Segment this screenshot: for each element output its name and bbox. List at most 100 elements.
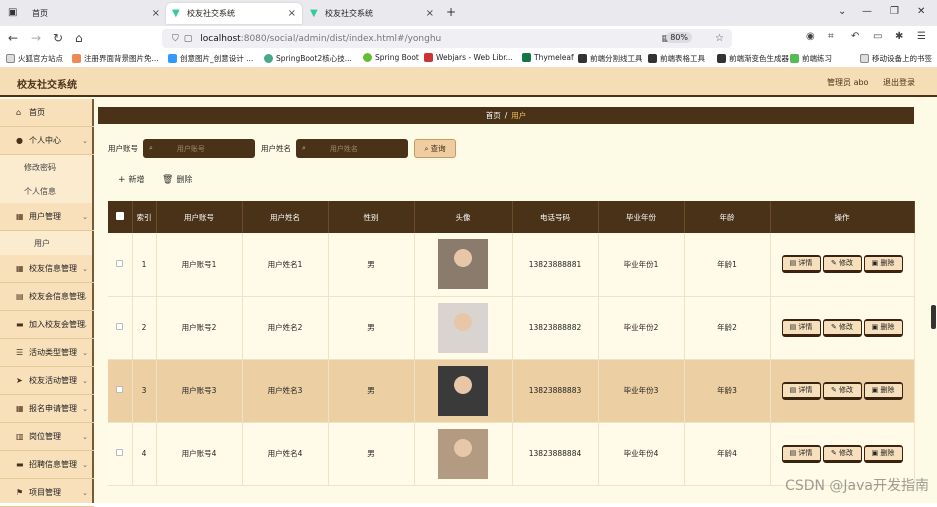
close-icon[interactable]: × [426, 8, 434, 19]
table-row[interactable]: 2 用户账号2 用户姓名2 男 13823888882 毕业年份2 年龄2 ▤ … [108, 296, 915, 360]
new-tab-icon[interactable]: + [446, 5, 456, 19]
delete-button[interactable]: ▣ 删除 [863, 444, 903, 463]
checkbox-cell [108, 422, 133, 486]
table-row[interactable]: 3 用户账号3 用户姓名3 男 13823888883 毕业年份3 年龄3 ▤ … [108, 359, 915, 423]
browser-tab-3[interactable]: ▼ 校友社交系统 × [304, 3, 440, 24]
batch-delete-button[interactable]: 🗑 删除 [162, 174, 192, 185]
query-button[interactable]: ⌕ 查询 [414, 139, 456, 158]
edit-button[interactable]: ✎ 修改 [822, 381, 862, 400]
account-icon[interactable]: ◉ [806, 31, 815, 42]
folder-icon [6, 54, 15, 63]
edit-button[interactable]: ✎ 修改 [822, 318, 862, 337]
column-header: 用户账号 [156, 201, 243, 233]
add-button[interactable]: + 新增 [118, 174, 145, 185]
back-icon[interactable]: ← [8, 31, 18, 45]
bookmark-item[interactable]: 前端渐变色生成器 [717, 53, 789, 64]
delete-button[interactable]: ▣ 删除 [863, 255, 903, 274]
sidebar-item-alumni-info[interactable]: ▦ 校友信息管理 ⌄ [0, 255, 94, 283]
close-icon[interactable]: × [288, 8, 296, 19]
chat-icon: ▬ [16, 460, 24, 469]
page-scrollbar[interactable] [931, 305, 936, 329]
bookmarks-bar: 火狐官方站点 注册界面背景图片免... 创意图片_创意设计 ... Spring… [0, 50, 937, 67]
row-checkbox[interactable] [116, 323, 124, 330]
bookmark-item[interactable]: 前端练习 [790, 53, 832, 64]
zoom-level[interactable]: 80% [666, 32, 692, 43]
column-header: 年龄 [684, 201, 771, 233]
logout-link[interactable]: 退出登录 [883, 78, 915, 87]
puzzle-icon[interactable]: ✱ [895, 31, 903, 42]
extension-icon[interactable]: ▭ [873, 31, 882, 42]
sidebar-item-alumni-activities[interactable]: ➤ 校友活动管理 ⌄ [0, 367, 94, 395]
screenshot-icon[interactable]: ⌗ [828, 31, 834, 42]
undo-icon[interactable]: ↶ [851, 31, 859, 42]
table-row[interactable]: 1 用户账号1 用户姓名1 男 13823888881 毕业年份1 年龄1 ▤ … [108, 233, 915, 297]
delete-button[interactable]: ▣ 删除 [863, 318, 903, 337]
select-all-checkbox[interactable] [115, 212, 124, 220]
delete-button[interactable]: ▣ 删除 [863, 381, 903, 400]
chevron-down-icon: ⌄ [82, 488, 88, 497]
bookmark-item[interactable]: Webjars - Web Libr... [424, 53, 513, 62]
bookmark-item[interactable]: 前端分割线工具 [578, 53, 643, 64]
address-bar[interactable]: ⛉ ▢ localhost :8080/social/admin/dist/in… [162, 29, 732, 48]
browser-tab-2[interactable]: ▼ 校友社交系统 × [166, 3, 302, 24]
sidebar-item-signup-applications[interactable]: ▦ 报名申请管理 ⌄ [0, 395, 94, 423]
sidebar-item-join-association[interactable]: ▬ 加入校友会管理 ⌄ [0, 311, 94, 339]
tab-overview-icon[interactable]: ▣ [8, 7, 17, 18]
edit-button[interactable]: ✎ 修改 [822, 444, 862, 463]
bookmark-item[interactable]: 前端表格工具 [648, 53, 705, 64]
close-icon[interactable]: × [152, 8, 160, 19]
sidebar-item-users[interactable]: 用户 [0, 231, 92, 255]
sidebar-item-positions[interactable]: ▥ 岗位管理 ⌄ [0, 423, 94, 451]
edit-icon: ✎ [830, 448, 840, 457]
bookmark-item[interactable]: 移动设备上的书签 [860, 53, 932, 64]
row-checkbox[interactable] [116, 259, 124, 267]
year-cell: 毕业年份2 [598, 296, 685, 360]
bookmark-item[interactable]: Thymeleaf [522, 53, 574, 62]
row-checkbox[interactable] [116, 449, 124, 456]
breadcrumb-current: 用户 [511, 111, 527, 120]
forward-icon[interactable]: → [31, 31, 41, 45]
bookmark-star-icon[interactable]: ☆ [715, 33, 724, 44]
sidebar-item-personal-info[interactable]: 个人信息 [0, 179, 92, 203]
row-checkbox[interactable] [116, 386, 124, 393]
chevron-down-icon: ⌄ [82, 292, 88, 301]
bookmark-item[interactable]: 火狐官方站点 [6, 53, 63, 64]
breadcrumb-home[interactable]: 首页 [486, 110, 501, 121]
account-search-input[interactable]: ⌕ 用户账号 [143, 139, 255, 158]
detail-button[interactable]: ▤ 详情 [781, 255, 821, 274]
page-info-icon[interactable]: ▢ [184, 34, 193, 44]
detail-button[interactable]: ▤ 详情 [781, 444, 821, 463]
detail-button[interactable]: ▤ 详情 [781, 318, 821, 337]
bookmark-item[interactable]: Spring Boot [363, 53, 419, 62]
bookmark-item[interactable]: SpringBoot2核心技... [264, 53, 352, 64]
close-window-icon[interactable]: ✕ [917, 6, 925, 17]
menu-icon[interactable]: ☰ [917, 31, 926, 42]
index-cell: 3 [132, 359, 157, 423]
bookmark-item[interactable]: 创意图片_创意设计 ... [168, 53, 253, 64]
name-cell: 用户姓名2 [242, 296, 329, 360]
sidebar-item-home[interactable]: ⌂ 首页 [0, 99, 94, 127]
detail-button[interactable]: ▤ 详情 [781, 381, 821, 400]
checkbox-cell [108, 296, 133, 360]
sidebar-item-user-management[interactable]: ▦ 用户管理 ⌄ [0, 203, 94, 231]
restore-icon[interactable]: ❐ [890, 6, 899, 17]
column-header: 用户姓名 [242, 201, 329, 233]
sidebar-item-association-info[interactable]: ▤ 校友会信息管理 ⌄ [0, 283, 94, 311]
bookmark-item[interactable]: 注册界面背景图片免... [72, 53, 159, 64]
edit-button[interactable]: ✎ 修改 [822, 255, 862, 274]
name-search-input[interactable]: ⌕ 用户姓名 [296, 139, 408, 158]
home-browser-icon[interactable]: ⌂ [75, 31, 83, 45]
sidebar-item-change-password[interactable]: 修改密码 [0, 155, 92, 179]
site-icon [648, 54, 657, 63]
minimize-icon[interactable]: — [862, 6, 872, 17]
tab-list-icon[interactable]: ⌄ [838, 6, 846, 17]
breadcrumb: 首页 / 用户 [98, 107, 914, 124]
browser-tab-1[interactable]: 首页 × [26, 3, 166, 24]
home-icon: ⌂ [16, 108, 22, 117]
sidebar-item-recruitment[interactable]: ▬ 招聘信息管理 ⌄ [0, 451, 94, 479]
sidebar-item-personal-center[interactable]: ● 个人中心 ⌄ [0, 127, 94, 155]
user-area: 管理员 abo 退出登录 [815, 77, 915, 88]
sidebar-item-activity-types[interactable]: ☰ 活动类型管理 ⌄ [0, 339, 94, 367]
reload-icon[interactable]: ↻ [53, 31, 63, 45]
browser-chrome: ▣ 首页 × ▼ 校友社交系统 × ▼ 校友社交系统 × + ⌄ — ❐ ✕ ←… [0, 0, 937, 67]
